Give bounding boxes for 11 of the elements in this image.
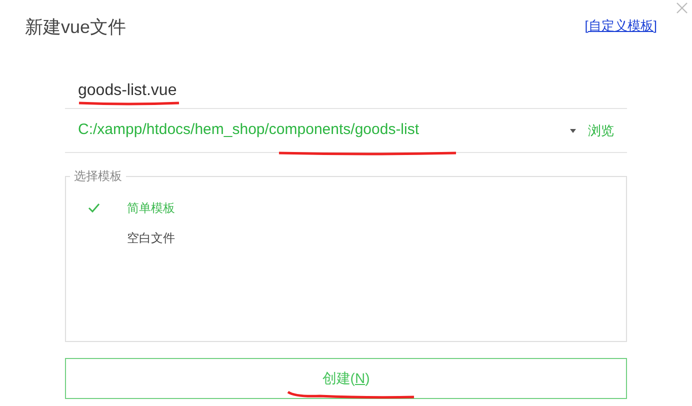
browse-button[interactable]: 浏览 (588, 120, 614, 140)
location-field[interactable]: C:/xampp/htdocs/hem_shop/components/goods-list (78, 119, 570, 142)
dialog-title: 新建vue文件 (25, 16, 126, 39)
template-option[interactable]: 简单模板 (88, 199, 604, 217)
checkmark-icon (88, 203, 100, 213)
dropdown-caret-icon[interactable] (570, 128, 576, 132)
create-button[interactable]: 创建(N) (65, 358, 627, 399)
file-name-field[interactable]: goods-list.vue (65, 73, 627, 109)
template-option[interactable]: 空白文件 (88, 229, 604, 247)
template-legend: 选择模板 (70, 167, 126, 185)
custom-template-link[interactable]: [自定义模板] (584, 16, 657, 36)
